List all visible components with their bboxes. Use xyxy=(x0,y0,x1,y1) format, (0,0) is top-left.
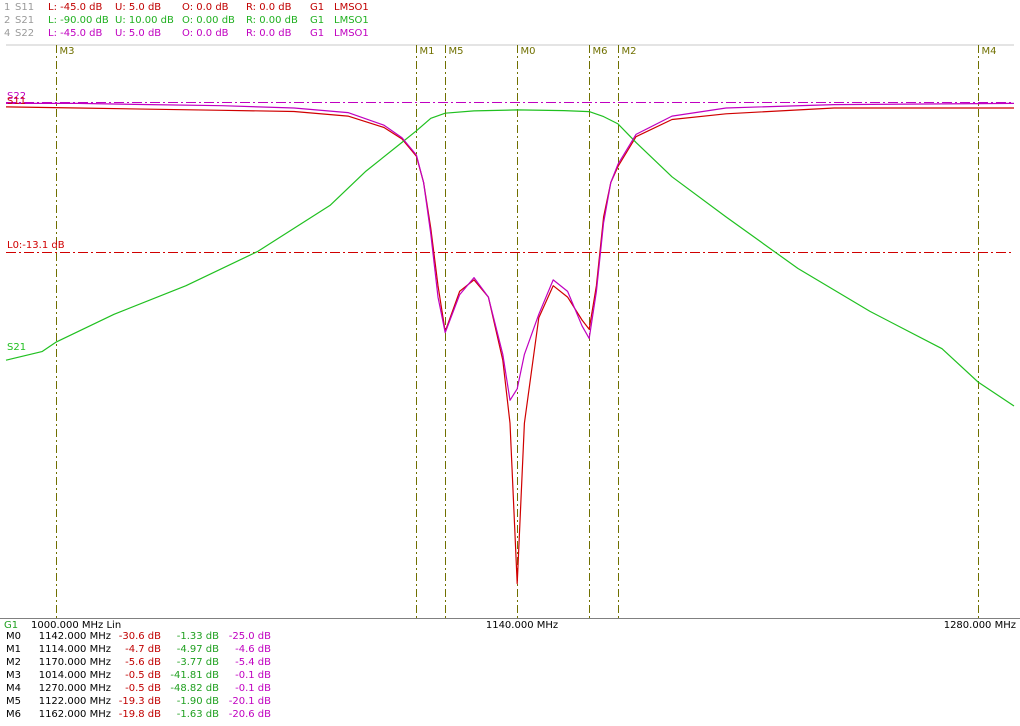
marker-s11: -5.6 dB xyxy=(125,657,161,668)
marker-name: M1 xyxy=(6,644,21,655)
analyzer-plot[interactable]: M0M1 M2M3 M4M5 M6S22S11S21L0:-13.1 dBG1 1000… xyxy=(0,0,1020,630)
marker-freq: 1170.000 MHz xyxy=(38,657,111,668)
marker-s22: -5.4 dB xyxy=(235,657,271,668)
marker-freq: 1114.000 MHz xyxy=(38,644,111,655)
marker-label-m4: M4 xyxy=(982,46,997,57)
marker-s21: -3.77 dB xyxy=(176,657,219,668)
marker-name: M2 xyxy=(6,657,21,668)
marker-row: M4 1270.000 MHz -0.5 dB -48.82 dB -0.1 dB xyxy=(0,682,1020,695)
marker-s22: -25.0 dB xyxy=(228,631,271,642)
marker-s22: -0.1 dB xyxy=(235,670,271,681)
marker-s11: -19.3 dB xyxy=(118,696,161,707)
marker-name: M5 xyxy=(6,696,21,707)
marker-row: M1 1114.000 MHz -4.7 dB -4.97 dB -4.6 dB xyxy=(0,643,1020,656)
marker-name: M3 xyxy=(6,670,21,681)
freq-axis-group: G1 xyxy=(4,620,18,630)
marker-s21: -1.90 dB xyxy=(176,696,219,707)
marker-freq: 1162.000 MHz xyxy=(38,709,111,720)
marker-label-m6: M6 xyxy=(593,46,608,57)
freq-axis-center: 1140.000 MHz xyxy=(486,620,558,630)
marker-s22: -4.6 dB xyxy=(235,644,271,655)
marker-s22: -20.1 dB xyxy=(228,696,271,707)
marker-freq: 1122.000 MHz xyxy=(38,696,111,707)
trace-label-s21: S21 xyxy=(7,342,26,353)
marker-label-m2: M2 xyxy=(622,46,637,57)
marker-row: M5 1122.000 MHz -19.3 dB -1.90 dB -20.1 dB xyxy=(0,695,1020,708)
marker-s21: -41.81 dB xyxy=(170,670,219,681)
marker-name: M4 xyxy=(6,683,21,694)
marker-freq: 1014.000 MHz xyxy=(38,670,111,681)
marker-table: M0 1142.000 MHz -30.6 dB -1.33 dB -25.0 dB M1… xyxy=(0,630,1020,726)
marker-s21: -4.97 dB xyxy=(176,644,219,655)
trace-label-limit: L0:-13.1 dB xyxy=(7,240,65,251)
marker-s11: -0.5 dB xyxy=(125,683,161,694)
trace-label-s11: S11 xyxy=(7,96,26,107)
marker-label-m0: M0 xyxy=(521,46,536,57)
marker-s11: -4.7 dB xyxy=(125,644,161,655)
marker-s11: -0.5 dB xyxy=(125,670,161,681)
s11-trace xyxy=(5,106,1014,585)
marker-s21: -1.33 dB xyxy=(176,631,219,642)
marker-row: M3 1014.000 MHz -0.5 dB -41.81 dB -0.1 dB xyxy=(0,669,1020,682)
marker-label-m1: M1 xyxy=(420,46,435,57)
marker-s21: -48.82 dB xyxy=(170,683,219,694)
marker-row: M2 1170.000 MHz -5.6 dB -3.77 dB -5.4 dB xyxy=(0,656,1020,669)
marker-s11: -30.6 dB xyxy=(118,631,161,642)
marker-s22: -20.6 dB xyxy=(228,709,271,720)
marker-name: M0 xyxy=(6,631,21,642)
freq-axis-stop: 1280.000 MHz xyxy=(944,620,1016,630)
s22-trace xyxy=(6,102,1015,401)
marker-s22: -0.1 dB xyxy=(235,683,271,694)
marker-name: M6 xyxy=(6,709,21,720)
marker-row: M0 1142.000 MHz -30.6 dB -1.33 dB -25.0 dB xyxy=(0,630,1020,643)
s21-trace xyxy=(5,109,1015,407)
marker-label-m5: M5 xyxy=(449,46,464,57)
marker-freq: 1142.000 MHz xyxy=(38,631,111,642)
marker-s21: -1.63 dB xyxy=(176,709,219,720)
marker-freq: 1270.000 MHz xyxy=(38,683,111,694)
freq-axis-start: 1000.000 MHz Lin xyxy=(31,620,121,630)
marker-s11: -19.8 dB xyxy=(118,709,161,720)
marker-label-m3: M3 xyxy=(60,46,75,57)
marker-row: M6 1162.000 MHz -19.8 dB -1.63 dB -20.6 dB xyxy=(0,708,1020,721)
